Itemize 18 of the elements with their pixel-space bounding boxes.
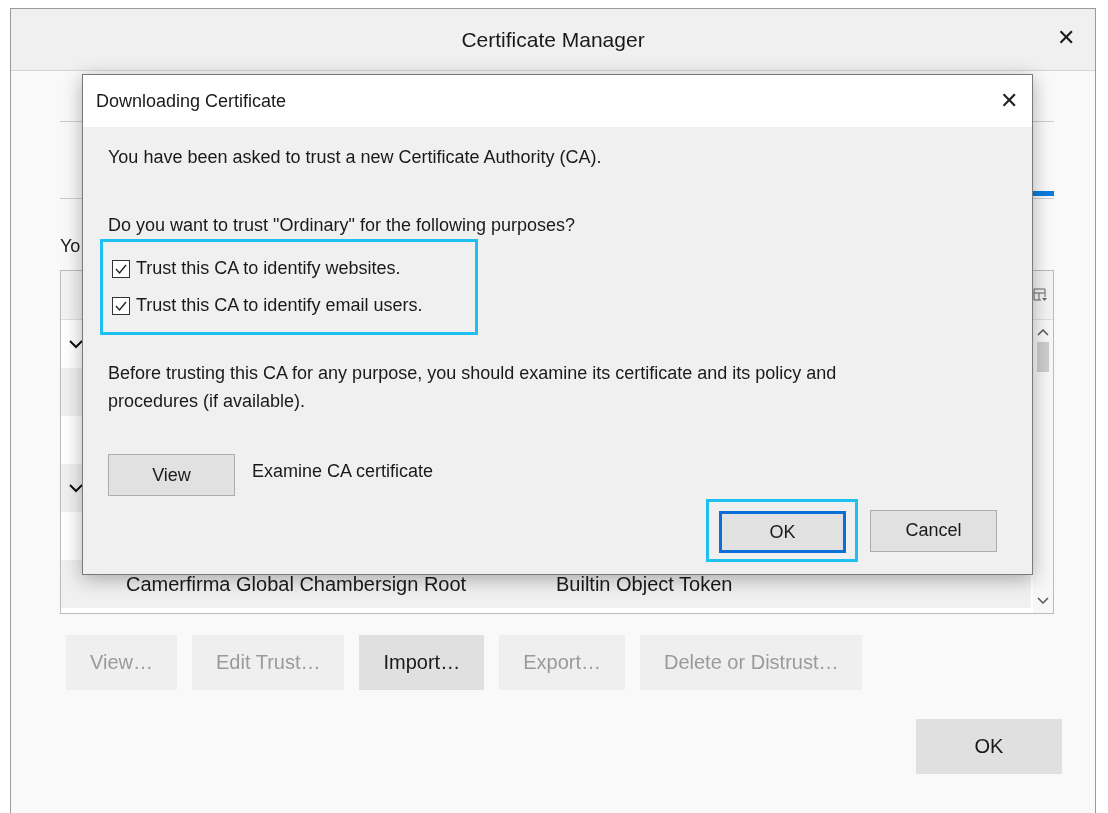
advice-text: Before trusting this CA for any purpose, you should examine its certificate and its policy and procedures (if available).: [108, 362, 838, 413]
dialog-button[interactable]: Cancel: [870, 509, 997, 552]
dialog-button[interactable]: OK: [719, 511, 846, 553]
question-text: Do you want to trust "Ordinary" for the following purposes?: [108, 215, 576, 237]
checkbox-label[interactable]: Trust this CA to identify email users.: [136, 295, 423, 316]
view-button[interactable]: View: [108, 454, 235, 496]
intro-text: Yo: [60, 236, 82, 258]
close-button[interactable]: ✕: [1057, 25, 1075, 51]
checkbox-label[interactable]: Trust this CA to identify websites.: [136, 258, 401, 279]
table-cell: Builtin Object Token: [556, 572, 733, 596]
window-title: Certificate Manager: [461, 27, 645, 52]
action-button[interactable]: Import…: [359, 635, 485, 690]
dialog-title: Downloading Certificate: [96, 90, 287, 112]
message-text: You have been asked to trust a new Certificate Authority (CA).: [108, 147, 603, 169]
view-label: Examine CA certificate: [252, 460, 434, 482]
ok-button[interactable]: OK: [916, 719, 1062, 774]
table-cell-text: Camerfirma Global Chambersign Root: [126, 572, 468, 596]
close-button[interactable]: ✕: [1000, 89, 1018, 113]
